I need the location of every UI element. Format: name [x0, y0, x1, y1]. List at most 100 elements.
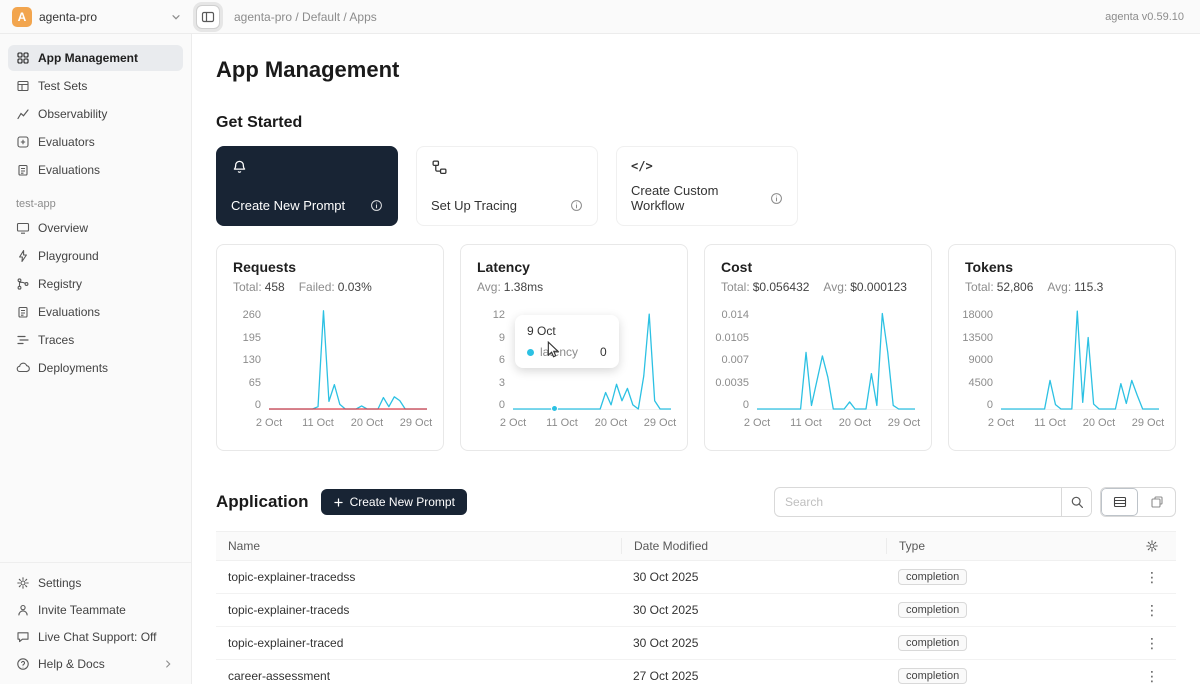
card-view-button[interactable]	[1138, 488, 1175, 516]
card-label: Set Up Tracing	[431, 198, 517, 213]
tracing-tree-icon	[431, 159, 448, 176]
sidebar-item-playground[interactable]: Playground	[8, 243, 183, 269]
metrics-row: Requests Total:458 Failed:0.03% 26019513…	[216, 244, 1176, 451]
create-custom-workflow-card[interactable]: </> Create Custom Workflow	[616, 146, 798, 226]
sidebar-item-app-management[interactable]: App Management	[8, 45, 183, 71]
sidebar-item-evaluators[interactable]: Evaluators	[8, 129, 183, 155]
view-toggle-group	[1100, 487, 1176, 517]
row-menu-button[interactable]: ⋮	[1128, 635, 1176, 652]
metric-title: Cost	[721, 259, 915, 275]
sidebar-item-evaluations-app[interactable]: Evaluations	[8, 299, 183, 325]
sidebar-item-evaluations[interactable]: Evaluations	[8, 157, 183, 183]
stat-label: Total:	[965, 280, 994, 294]
type-badge: completion	[898, 668, 967, 684]
table-row[interactable]: topic-explainer-traced 30 Oct 2025 compl…	[216, 627, 1176, 660]
stat-label: Total:	[233, 280, 262, 294]
breadcrumb[interactable]: agenta-pro / Default / Apps	[234, 10, 1105, 24]
sidebar-item-settings[interactable]: Settings	[8, 570, 183, 596]
cost-chart-plot[interactable]	[757, 310, 915, 410]
clipboard-icon	[16, 163, 30, 177]
app-root: A agenta-pro agenta-pro / Default / Apps…	[0, 0, 1200, 684]
series-dot-icon	[527, 349, 534, 356]
create-new-prompt-button[interactable]: Create New Prompt	[321, 489, 467, 515]
sidebar-item-label: Test Sets	[38, 77, 175, 95]
metric-title: Tokens	[965, 259, 1159, 275]
line-chart-icon	[16, 107, 30, 121]
sidebar-toggle-button[interactable]	[196, 5, 220, 29]
cost-chart	[757, 310, 915, 409]
app-type: completion	[886, 635, 1128, 651]
tokens-chart-plot[interactable]	[1001, 310, 1159, 410]
code-icon: </>	[631, 159, 783, 173]
workspace-avatar[interactable]: A	[12, 7, 32, 27]
column-header-type[interactable]: Type	[886, 538, 1128, 554]
info-icon[interactable]	[570, 199, 583, 212]
x-axis: 2 Oct 11 Oct 20 Oct 29 Oct	[513, 417, 671, 431]
y-axis: 0.0140.01050.0070.00350	[721, 310, 757, 410]
column-settings-button[interactable]	[1128, 539, 1176, 553]
x-axis: 2 Oct 11 Oct 20 Oct 29 Oct	[1001, 417, 1159, 431]
chevron-down-icon	[170, 11, 182, 23]
type-badge: completion	[898, 602, 967, 618]
chevron-right-icon	[161, 658, 175, 670]
stat-label: Avg:	[1047, 280, 1071, 294]
get-started-heading: Get Started	[216, 114, 1176, 132]
create-new-prompt-card[interactable]: Create New Prompt	[216, 146, 398, 226]
row-menu-button[interactable]: ⋮	[1128, 602, 1176, 619]
get-started-cards: Create New Prompt Set Up Tracing </> Cre…	[216, 146, 1176, 226]
search-button[interactable]	[1061, 488, 1091, 516]
app-date-modified: 30 Oct 2025	[621, 636, 886, 650]
search-input[interactable]	[775, 495, 1061, 509]
column-header-date-modified[interactable]: Date Modified	[621, 538, 886, 554]
search-box	[774, 487, 1092, 517]
requests-chart	[269, 310, 427, 409]
row-menu-button[interactable]: ⋮	[1128, 668, 1176, 684]
row-menu-button[interactable]: ⋮	[1128, 569, 1176, 586]
sidebar-item-overview[interactable]: Overview	[8, 215, 183, 241]
workspace-selector[interactable]: A agenta-pro	[0, 7, 192, 27]
info-icon[interactable]	[770, 192, 783, 205]
stat-label: Avg:	[477, 280, 501, 294]
card-label: Create Custom Workflow	[631, 183, 770, 213]
table-row[interactable]: topic-explainer-traceds 30 Oct 2025 comp…	[216, 594, 1176, 627]
app-date-modified: 30 Oct 2025	[621, 603, 886, 617]
stat-value: 1.38ms	[504, 280, 543, 294]
sidebar-item-label: App Management	[38, 49, 175, 67]
x-axis: 2 Oct 11 Oct 20 Oct 29 Oct	[757, 417, 915, 431]
sidebar-item-help-docs[interactable]: Help & Docs	[8, 651, 183, 677]
clipboard-icon	[16, 305, 30, 319]
sidebar-item-label: Playground	[38, 247, 175, 265]
sidebar-item-deployments[interactable]: Deployments	[8, 355, 183, 381]
sidebar-item-test-sets[interactable]: Test Sets	[8, 73, 183, 99]
cost-metric-card: Cost Total:$0.056432 Avg:$0.000123 0.014…	[704, 244, 932, 451]
column-header-name[interactable]: Name	[216, 539, 621, 553]
sidebar-item-label: Traces	[38, 331, 175, 349]
sidebar-item-invite-teammate[interactable]: Invite Teammate	[8, 597, 183, 623]
cloud-icon	[16, 361, 30, 375]
topbar: A agenta-pro agenta-pro / Default / Apps…	[0, 0, 1200, 34]
y-axis: 260195130650	[233, 310, 269, 410]
sidebar-item-live-chat-support[interactable]: Live Chat Support: Off	[8, 624, 183, 650]
table-view-button[interactable]	[1101, 488, 1138, 516]
tooltip-date: 9 Oct	[527, 324, 607, 338]
mouse-cursor-icon	[547, 341, 561, 358]
stat-label: Failed:	[299, 280, 335, 294]
sidebar-item-label: Observability	[38, 105, 175, 123]
sidebar-item-traces[interactable]: Traces	[8, 327, 183, 353]
app-section-label: test-app	[0, 184, 191, 214]
sidebar-item-registry[interactable]: Registry	[8, 271, 183, 297]
stat-value: $0.000123	[850, 280, 907, 294]
sidebar-item-observability[interactable]: Observability	[8, 101, 183, 127]
info-icon[interactable]	[370, 199, 383, 212]
lightning-icon	[16, 249, 30, 263]
button-label: Create New Prompt	[350, 495, 455, 509]
stat-label: Total:	[721, 280, 750, 294]
table-row[interactable]: topic-explainer-tracedss 30 Oct 2025 com…	[216, 561, 1176, 594]
app-type: completion	[886, 668, 1128, 684]
sidebar-item-label: Overview	[38, 219, 175, 237]
table-row[interactable]: career-assessment 27 Oct 2025 completion…	[216, 660, 1176, 684]
sidebar-item-label: Registry	[38, 275, 175, 293]
gear-icon	[16, 576, 30, 590]
requests-chart-plot[interactable]	[269, 310, 427, 410]
set-up-tracing-card[interactable]: Set Up Tracing	[416, 146, 598, 226]
